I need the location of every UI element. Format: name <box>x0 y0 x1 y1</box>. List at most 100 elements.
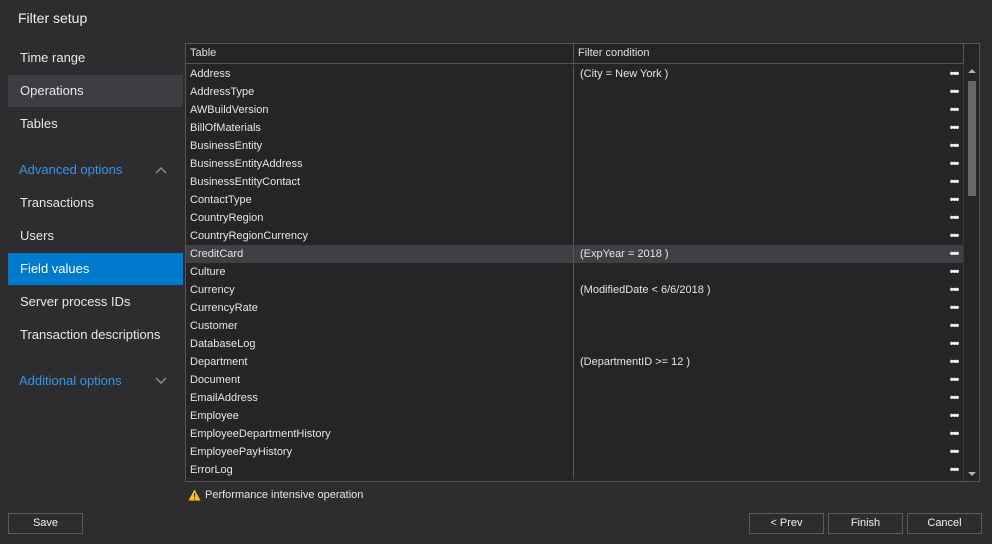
advanced-options-label: Advanced options <box>19 162 123 177</box>
table-name-cell: Customer <box>186 317 574 335</box>
table-row[interactable]: Employee ••• <box>186 407 964 425</box>
table-row[interactable]: EmployeePayHistory ••• <box>186 443 964 461</box>
ellipsis-button[interactable]: ••• <box>944 335 964 353</box>
ellipsis-button[interactable]: ••• <box>944 353 964 371</box>
table-row[interactable]: CreditCard (ExpYear = 2018 ) ••• <box>186 245 964 263</box>
table-row[interactable]: Currency (ModifiedDate < 6/6/2018 ) ••• <box>186 281 964 299</box>
filter-condition-cell[interactable] <box>574 461 944 479</box>
prev-button[interactable]: < Prev <box>749 513 824 534</box>
ellipsis-button[interactable]: ••• <box>944 209 964 227</box>
sidebar-item-operations[interactable]: Operations <box>8 75 183 107</box>
ellipsis-button[interactable]: ••• <box>944 83 964 101</box>
filter-condition-cell[interactable] <box>574 227 944 245</box>
filter-condition-cell[interactable] <box>574 299 944 317</box>
sidebar-item-server-process-ids[interactable]: Server process IDs <box>8 286 183 318</box>
ellipsis-button[interactable]: ••• <box>944 101 964 119</box>
table-row[interactable]: EmailAddress ••• <box>186 389 964 407</box>
filter-condition-cell[interactable] <box>574 119 944 137</box>
table-row[interactable]: Address (City = New York ) ••• <box>186 65 964 83</box>
ellipsis-button[interactable]: ••• <box>944 245 964 263</box>
save-button[interactable]: Save <box>8 513 83 534</box>
ellipsis-button[interactable]: ••• <box>944 191 964 209</box>
filter-condition-cell[interactable] <box>574 209 944 227</box>
filter-condition-cell[interactable] <box>574 425 944 443</box>
sidebar-item-tables[interactable]: Tables <box>8 108 183 140</box>
ellipsis-button[interactable]: ••• <box>944 155 964 173</box>
additional-options-header[interactable]: Additional options <box>8 365 183 397</box>
table-name-cell: BusinessEntity <box>186 137 574 155</box>
ellipsis-button[interactable]: ••• <box>944 389 964 407</box>
filter-condition-cell[interactable] <box>574 173 944 191</box>
ellipsis-button[interactable]: ••• <box>944 65 964 83</box>
filter-condition-cell[interactable] <box>574 371 944 389</box>
filter-condition-cell[interactable] <box>574 155 944 173</box>
ellipsis-button[interactable]: ••• <box>944 137 964 155</box>
table-row[interactable]: AddressType ••• <box>186 83 964 101</box>
filter-condition-cell[interactable] <box>574 263 944 281</box>
table-row[interactable]: Document ••• <box>186 371 964 389</box>
table-row[interactable]: AWBuildVersion ••• <box>186 101 964 119</box>
filter-condition-cell[interactable]: (ModifiedDate < 6/6/2018 ) <box>574 281 944 299</box>
vertical-scrollbar[interactable] <box>963 64 979 481</box>
table-name-cell: EmployeePayHistory <box>186 443 574 461</box>
scrollbar-thumb[interactable] <box>968 81 976 196</box>
filter-condition-cell[interactable] <box>574 317 944 335</box>
sidebar-item-time-range[interactable]: Time range <box>8 42 183 74</box>
filter-condition-cell[interactable]: (DepartmentID >= 12 ) <box>574 353 944 371</box>
ellipsis-button[interactable]: ••• <box>944 461 964 479</box>
table-row[interactable]: CountryRegionCurrency ••• <box>186 227 964 245</box>
table-row[interactable]: BusinessEntityContact ••• <box>186 173 964 191</box>
cancel-button[interactable]: Cancel <box>907 513 982 534</box>
ellipsis-button[interactable]: ••• <box>944 299 964 317</box>
column-header-table[interactable]: Table <box>186 44 574 64</box>
filter-condition-cell[interactable] <box>574 407 944 425</box>
sidebar-item-transactions[interactable]: Transactions <box>8 187 183 219</box>
filter-condition-cell[interactable] <box>574 443 944 461</box>
table-row[interactable]: ContactType ••• <box>186 191 964 209</box>
ellipsis-button[interactable]: ••• <box>944 317 964 335</box>
filter-condition-cell[interactable] <box>574 137 944 155</box>
filter-condition-cell[interactable] <box>574 191 944 209</box>
table-name-cell: Employee <box>186 407 574 425</box>
advanced-options-header[interactable]: Advanced options <box>8 154 183 186</box>
ellipsis-button[interactable]: ••• <box>944 425 964 443</box>
scroll-up-icon[interactable] <box>964 64 980 78</box>
ellipsis-button[interactable]: ••• <box>944 173 964 191</box>
table-row[interactable]: EmployeeDepartmentHistory ••• <box>186 425 964 443</box>
table-row[interactable]: BusinessEntity ••• <box>186 137 964 155</box>
finish-button[interactable]: Finish <box>828 513 903 534</box>
table-name-cell: CountryRegion <box>186 209 574 227</box>
sidebar-item-users[interactable]: Users <box>8 220 183 252</box>
table-row[interactable]: DatabaseLog ••• <box>186 335 964 353</box>
table-name-cell: CurrencyRate <box>186 299 574 317</box>
chevron-down-icon <box>155 377 167 385</box>
ellipsis-button[interactable]: ••• <box>944 443 964 461</box>
ellipsis-button[interactable]: ••• <box>944 119 964 137</box>
sidebar-item-transaction-descriptions[interactable]: Transaction descriptions <box>8 319 183 351</box>
filter-condition-cell[interactable] <box>574 83 944 101</box>
filter-condition-cell[interactable]: (City = New York ) <box>574 65 944 83</box>
filter-condition-cell[interactable] <box>574 335 944 353</box>
ellipsis-button[interactable]: ••• <box>944 263 964 281</box>
table-row[interactable]: ErrorLog ••• <box>186 461 964 479</box>
table-row[interactable]: BillOfMaterials ••• <box>186 119 964 137</box>
table-row[interactable]: BusinessEntityAddress ••• <box>186 155 964 173</box>
column-header-filter-condition[interactable]: Filter condition <box>574 44 964 64</box>
filter-condition-cell[interactable]: (ExpYear = 2018 ) <box>574 245 944 263</box>
filter-condition-cell[interactable] <box>574 101 944 119</box>
sidebar-item-field-values[interactable]: Field values <box>8 253 183 285</box>
filter-condition-cell[interactable] <box>574 389 944 407</box>
table-row[interactable]: CountryRegion ••• <box>186 209 964 227</box>
ellipsis-button[interactable]: ••• <box>944 407 964 425</box>
scroll-down-icon[interactable] <box>964 467 980 481</box>
ellipsis-button[interactable]: ••• <box>944 227 964 245</box>
table-name-cell: BillOfMaterials <box>186 119 574 137</box>
ellipsis-button[interactable]: ••• <box>944 371 964 389</box>
table-row[interactable]: CurrencyRate ••• <box>186 299 964 317</box>
table-row[interactable]: Culture ••• <box>186 263 964 281</box>
table-name-cell: AWBuildVersion <box>186 101 574 119</box>
ellipsis-button[interactable]: ••• <box>944 281 964 299</box>
table-name-cell: EmailAddress <box>186 389 574 407</box>
table-row[interactable]: Department (DepartmentID >= 12 ) ••• <box>186 353 964 371</box>
table-row[interactable]: Customer ••• <box>186 317 964 335</box>
